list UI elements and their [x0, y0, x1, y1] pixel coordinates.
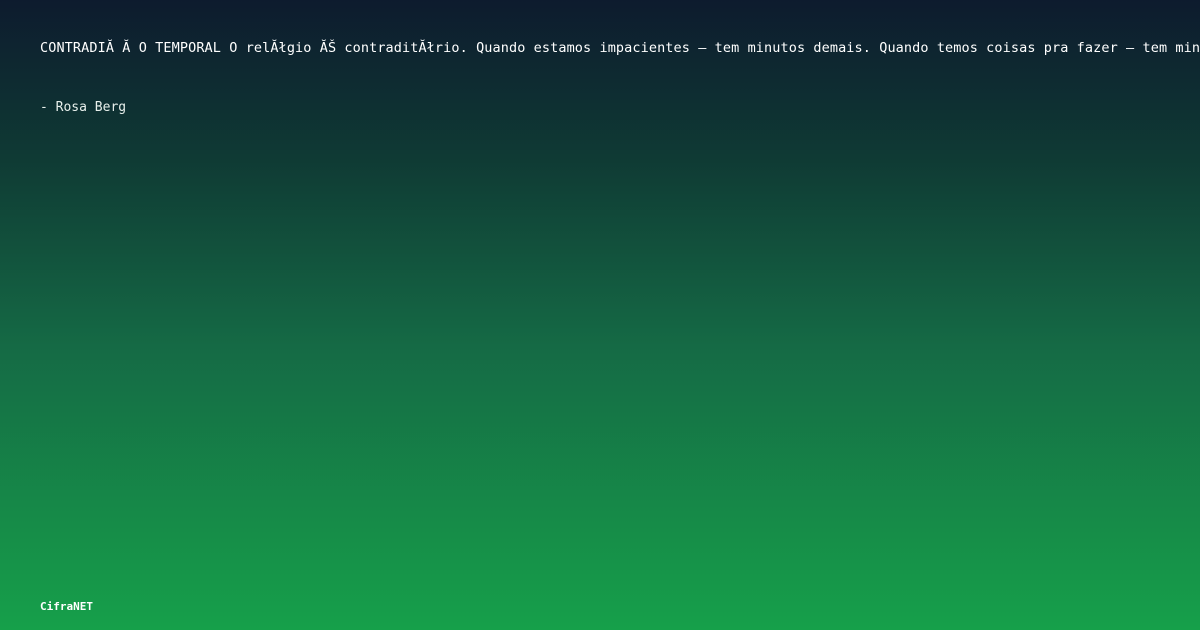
quote-author: - Rosa Berg — [40, 100, 127, 115]
quote-text: CONTRADIĂ Ă O TEMPORAL O relĂłgio ĂŠ con… — [40, 40, 1200, 56]
brand-name: CifraNET — [40, 600, 93, 613]
